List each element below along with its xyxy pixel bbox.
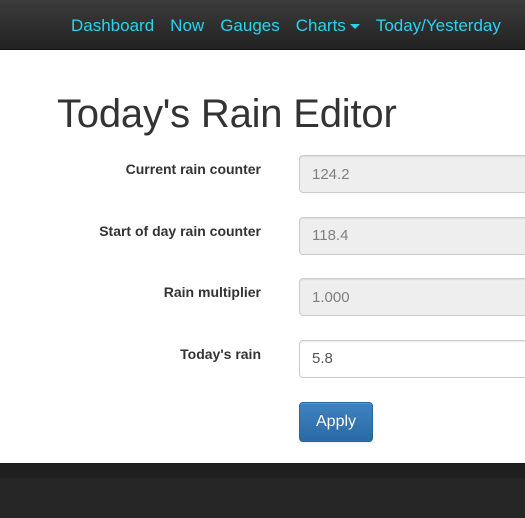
input-todays-rain[interactable] xyxy=(299,339,525,378)
nav-item-charts[interactable]: Charts xyxy=(288,0,368,49)
form-row-todays-rain: Today's rain xyxy=(0,334,525,396)
nav-link-dashboard[interactable]: Dashboard xyxy=(71,17,154,34)
page-title: Today's Rain Editor xyxy=(57,92,397,136)
nav-list: Dashboard Now Gauges Charts Today/Yester… xyxy=(63,0,509,49)
label-start-of-day-rain-counter: Start of day rain counter xyxy=(99,222,261,239)
nav-link-charts-label: Charts xyxy=(295,15,346,35)
input-start-of-day-rain-counter xyxy=(299,216,525,255)
top-navbar: Dashboard Now Gauges Charts Today/Yester… xyxy=(0,0,525,50)
input-current-rain-counter xyxy=(299,155,525,193)
form-row-rain-multiplier: Rain multiplier xyxy=(0,272,525,334)
footer-top-strip xyxy=(0,464,525,478)
label-current-rain-counter: Current rain counter xyxy=(125,161,261,177)
nav-item-dashboard[interactable]: Dashboard xyxy=(63,0,162,49)
nav-item-today-yesterday[interactable]: Today/Yesterday xyxy=(368,0,509,49)
nav-link-gauges[interactable]: Gauges xyxy=(220,17,280,34)
chevron-down-icon xyxy=(349,23,360,29)
nav-item-now[interactable]: Now xyxy=(162,0,212,49)
nav-link-charts[interactable]: Charts xyxy=(296,17,360,34)
main-content: Today's Rain Editor Current rain counter… xyxy=(0,50,525,463)
label-todays-rain: Today's rain xyxy=(180,345,261,362)
label-rain-multiplier: Rain multiplier xyxy=(163,284,261,300)
nav-link-today-yesterday[interactable]: Today/Yesterday xyxy=(376,17,501,34)
form-row-start-of-day-rain-counter: Start of day rain counter xyxy=(0,211,525,273)
apply-button[interactable]: Apply xyxy=(299,402,374,443)
form-actions: Apply xyxy=(0,395,525,450)
nav-link-now[interactable]: Now xyxy=(170,17,204,34)
nav-item-gauges[interactable]: Gauges xyxy=(212,0,288,49)
form-row-current-rain-counter: Current rain counter xyxy=(0,149,525,211)
input-rain-multiplier xyxy=(299,278,525,316)
page-footer xyxy=(0,463,525,518)
rain-editor-form: Current rain counter Start of day rain c… xyxy=(0,149,525,450)
